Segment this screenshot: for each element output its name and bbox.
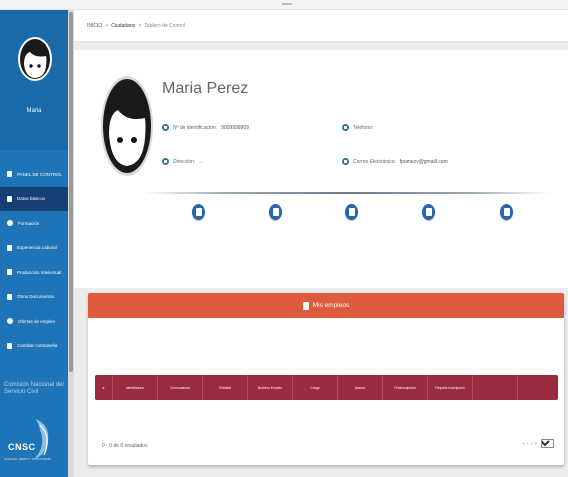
jobs-table-header: # Identificador Convocatoria Entidad Núm… bbox=[95, 375, 558, 400]
book-icon bbox=[7, 269, 12, 276]
heart-shield-icon[interactable] bbox=[269, 204, 282, 220]
address-field: Dirección: .. bbox=[162, 158, 202, 165]
column-header[interactable] bbox=[473, 375, 518, 400]
last-page-button[interactable]: » bbox=[534, 441, 537, 447]
column-header[interactable]: Identificador bbox=[113, 375, 158, 400]
profile-divider bbox=[144, 192, 550, 194]
sidebar-menu: PANEL DE CONTROL Datos básicos Formación… bbox=[0, 162, 68, 358]
file-icon[interactable] bbox=[500, 204, 513, 220]
phone-field: Teléfono: bbox=[342, 124, 377, 131]
breadcrumb-home[interactable]: INICIO bbox=[87, 23, 102, 29]
next-page-button[interactable]: › bbox=[531, 441, 533, 447]
sidebar: Maria PANEL DE CONTROL Datos básicos For… bbox=[0, 10, 68, 477]
breadcrumb-separator: > bbox=[138, 22, 142, 29]
column-header[interactable]: # bbox=[95, 375, 113, 400]
sidebar-item-otros-documentos[interactable]: Otros Documentos bbox=[0, 285, 68, 310]
my-jobs-header: Mis empleos bbox=[88, 293, 564, 318]
sidebar-item-panel-de-control[interactable]: PANEL DE CONTROL bbox=[0, 162, 68, 187]
profile-name: Maria Perez bbox=[162, 80, 249, 97]
sidebar-item-cambiar-contrasena[interactable]: Cambiar contraseña bbox=[0, 334, 68, 359]
document-icon[interactable] bbox=[345, 204, 358, 220]
id-number-field: Nº de identificación: 9009999909 bbox=[162, 124, 249, 131]
lock-icon bbox=[7, 342, 12, 349]
graduation-icon bbox=[7, 220, 13, 227]
column-header[interactable]: Asesor bbox=[338, 375, 383, 400]
briefcase-icon bbox=[302, 301, 309, 310]
my-jobs-card: Mis empleos # Identificador Convocatoria… bbox=[88, 293, 564, 465]
id-card-icon bbox=[162, 124, 169, 131]
id-card-icon[interactable] bbox=[192, 204, 205, 220]
sidebar-item-ofertas-de-empleo[interactable]: Ofertas de empleo bbox=[0, 309, 68, 334]
pagination: « ‹ › » 10 bbox=[520, 439, 554, 448]
home-icon bbox=[162, 158, 169, 165]
id-number-label: Nº de identificación: bbox=[173, 124, 218, 131]
folder-icon bbox=[7, 293, 12, 300]
address-value: .. bbox=[199, 158, 203, 165]
profile-avatar bbox=[101, 76, 153, 176]
email-label: Correo Electrónico: bbox=[353, 158, 396, 165]
grip-icon[interactable] bbox=[282, 3, 292, 5]
column-header[interactable]: Preinscripción bbox=[383, 375, 428, 400]
my-jobs-title: Mis empleos bbox=[312, 302, 350, 309]
address-label: Dirección: bbox=[173, 158, 196, 165]
phone-icon bbox=[342, 124, 349, 131]
first-page-button[interactable]: « bbox=[522, 441, 525, 447]
column-header[interactable]: Cargo bbox=[293, 375, 338, 400]
breadcrumb-section[interactable]: Ciudadano bbox=[111, 23, 135, 29]
brand-name: Comisión Nacional del Servicio Civil bbox=[4, 382, 64, 395]
logo-text: CNSC bbox=[8, 442, 36, 452]
scrollbar-thumb[interactable] bbox=[69, 12, 73, 372]
sidebar-profile: Maria bbox=[0, 10, 68, 150]
sidebar-item-produccion-intelectual[interactable]: Producción Intelectual bbox=[0, 260, 68, 285]
sidebar-item-experiencia-laboral[interactable]: Experiencia Laboral bbox=[0, 236, 68, 261]
phone-label: Teléfono: bbox=[353, 124, 374, 131]
sidebar-item-label: PANEL DE CONTROL bbox=[17, 171, 63, 177]
dashboard-icon bbox=[7, 171, 12, 178]
column-header[interactable]: Convocatoria bbox=[158, 375, 203, 400]
globe-icon bbox=[7, 318, 13, 325]
prev-page-button[interactable]: ‹ bbox=[527, 441, 529, 447]
breadcrumb-current: Tablero de Control bbox=[144, 22, 186, 29]
column-header[interactable]: Número Empleo bbox=[248, 375, 293, 400]
sidebar-item-label: Ofertas de empleo bbox=[18, 318, 56, 324]
column-header[interactable]: Entidad bbox=[203, 375, 248, 400]
results-count: 0 - 0 de 0 resultados bbox=[102, 443, 148, 449]
email-field: Correo Electrónico: fpomezv@gmaill.com bbox=[342, 158, 448, 165]
sidebar-item-label: Producción Intelectual bbox=[17, 269, 62, 275]
sidebar-item-label: Cambiar contraseña bbox=[17, 343, 58, 349]
column-header[interactable] bbox=[518, 375, 558, 400]
logo-tagline: IGUALDAD, MÉRITO Y OPORTUNIDAD bbox=[4, 458, 51, 461]
list-icon[interactable] bbox=[422, 204, 435, 220]
sidebar-user-name: Maria bbox=[26, 108, 42, 114]
avatar[interactable] bbox=[17, 36, 53, 82]
page-size-select[interactable]: 10 bbox=[541, 439, 554, 448]
sidebar-item-label: Formación bbox=[18, 220, 40, 226]
envelope-icon bbox=[342, 158, 349, 165]
id-number-value: 9009999909 bbox=[221, 124, 249, 131]
window-top-bar bbox=[0, 0, 568, 10]
column-header[interactable]: Reporte Inscripción bbox=[428, 375, 473, 400]
email-value: fpomezv@gmaill.com bbox=[399, 158, 448, 165]
sidebar-item-datos-basicos[interactable]: Datos básicos bbox=[0, 186, 68, 211]
sidebar-item-label: Datos básicos bbox=[17, 196, 46, 202]
profile-card: Maria Perez Nº de identificación: 900999… bbox=[74, 50, 568, 288]
main-content: INICIO > Ciudadano > Tablero de Control … bbox=[74, 10, 568, 477]
user-icon bbox=[7, 195, 12, 202]
sidebar-item-formacion[interactable]: Formación bbox=[0, 211, 68, 236]
sidebar-item-label: Experiencia Laboral bbox=[17, 245, 57, 251]
breadcrumb: INICIO > Ciudadano > Tablero de Control bbox=[74, 10, 568, 42]
sidebar-item-label: Otros Documentos bbox=[17, 294, 55, 300]
briefcase-icon bbox=[7, 244, 12, 251]
breadcrumb-separator: > bbox=[105, 22, 109, 29]
